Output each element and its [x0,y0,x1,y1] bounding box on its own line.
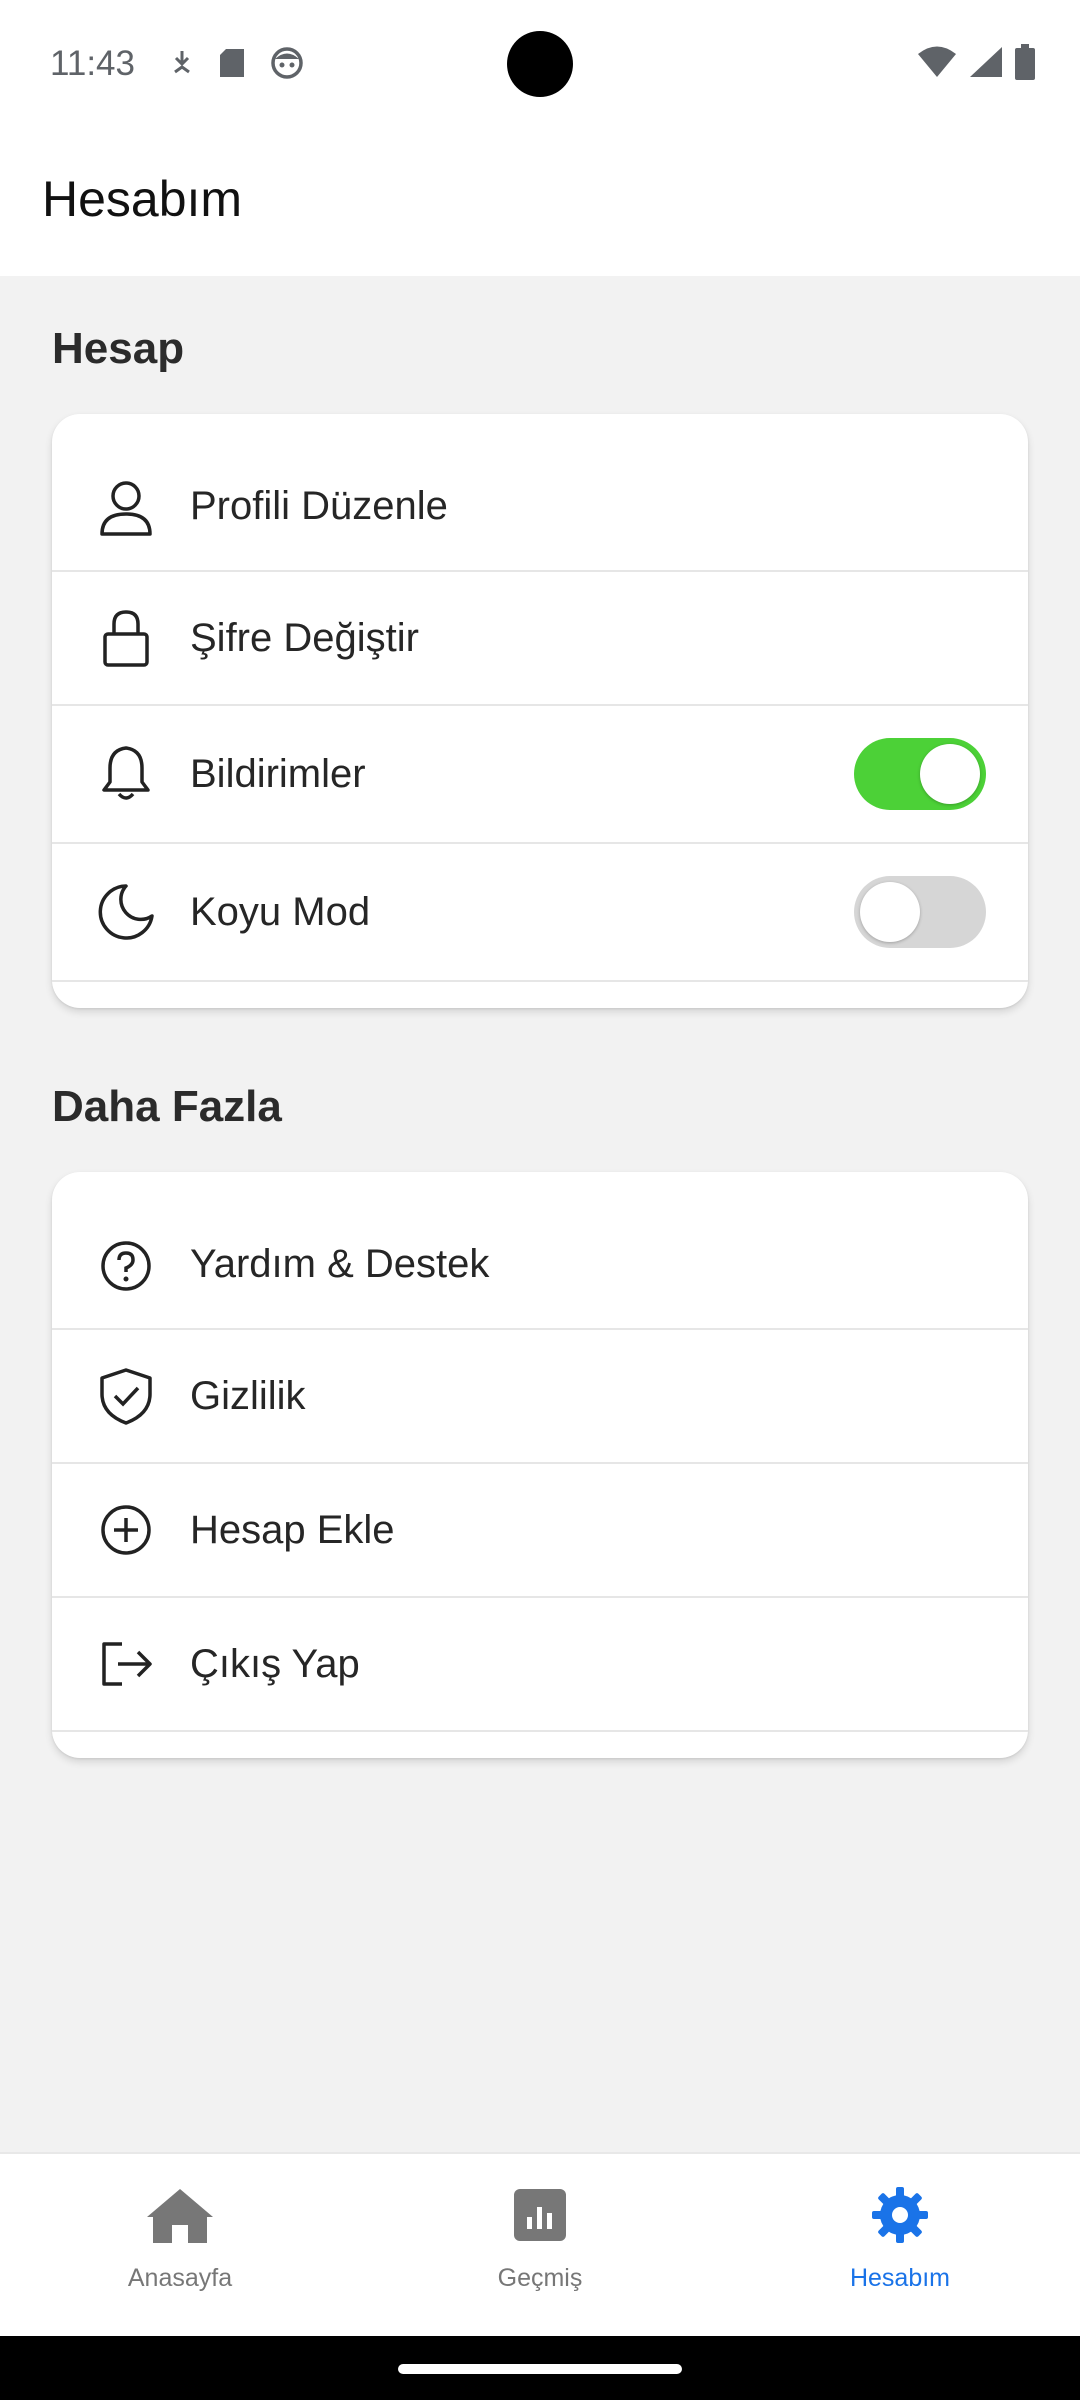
more-card: Yardım & Destek Gizlilik Hesap Ekle Çıkı… [52,1172,1028,1758]
system-icons [916,44,1036,85]
camera-cutout [507,31,573,97]
home-gesture-handle[interactable] [398,2364,682,2374]
battery-icon [1014,44,1036,85]
gesture-navigation-bar [0,2336,1080,2400]
page-title: Hesabım [42,171,243,227]
chart-icon [505,2180,575,2250]
card-footer [52,982,1028,1008]
home-icon [145,2180,215,2250]
nav-label: Anasayfa [127,2264,233,2292]
notification-icons [170,46,304,85]
nav-item-home[interactable]: Anasayfa [0,2154,360,2338]
status-bar: 11:43 [0,0,1080,128]
menu-item-label: Hesap Ekle [190,1507,395,1552]
menu-item-label: Profili Düzenle [190,484,448,528]
nav-label: Geçmiş [497,2264,583,2292]
download-icon [170,48,194,83]
plus-circle-icon [96,1500,156,1560]
person-icon [96,478,156,538]
app-bar: Hesabım [0,128,1080,276]
gear-icon [865,2180,935,2250]
shield-check-icon [96,1366,156,1426]
nav-label: Hesabım [849,2264,951,2292]
logout-icon [96,1634,156,1694]
help-circle-icon [96,1236,156,1296]
menu-item-notifications[interactable]: Bildirimler [52,706,1028,844]
bell-icon [96,744,156,804]
menu-item-change-password[interactable]: Şifre Değiştir [52,572,1028,706]
wifi-icon [916,45,958,84]
menu-item-dark-mode[interactable]: Koyu Mod [52,844,1028,982]
dark-mode-toggle[interactable] [854,876,986,948]
menu-item-add-account[interactable]: Hesap Ekle [52,1464,1028,1598]
menu-item-logout[interactable]: Çıkış Yap [52,1598,1028,1732]
menu-item-label: Koyu Mod [190,889,371,934]
sd-card-icon [218,47,246,84]
signal-icon [968,45,1004,84]
menu-item-label: Çıkış Yap [190,1641,360,1686]
toggle-knob [920,744,980,804]
section-title-account: Hesap [52,324,185,373]
toggle-knob [860,882,920,942]
nav-item-account[interactable]: Hesabım [720,2154,1080,2338]
nav-item-history[interactable]: Geçmiş [360,2154,720,2338]
section-title-more: Daha Fazla [52,1082,282,1131]
menu-item-label: Bildirimler [190,751,366,796]
bottom-navigation: Anasayfa Geçmiş Hesabım [0,2152,1080,2336]
menu-item-label: Şifre Değiştir [190,615,419,660]
status-time: 11:43 [50,44,135,83]
face-icon [270,46,304,85]
moon-icon [96,882,156,942]
menu-item-edit-profile[interactable]: Profili Düzenle [52,414,1028,572]
menu-item-help-support[interactable]: Yardım & Destek [52,1172,1028,1330]
notifications-toggle[interactable] [854,738,986,810]
card-footer [52,1732,1028,1758]
account-card: Profili Düzenle Şifre Değiştir Bildiriml… [52,414,1028,1008]
lock-icon [96,608,156,668]
menu-item-label: Yardım & Destek [190,1242,490,1286]
menu-item-privacy[interactable]: Gizlilik [52,1330,1028,1464]
menu-item-label: Gizlilik [190,1373,306,1418]
